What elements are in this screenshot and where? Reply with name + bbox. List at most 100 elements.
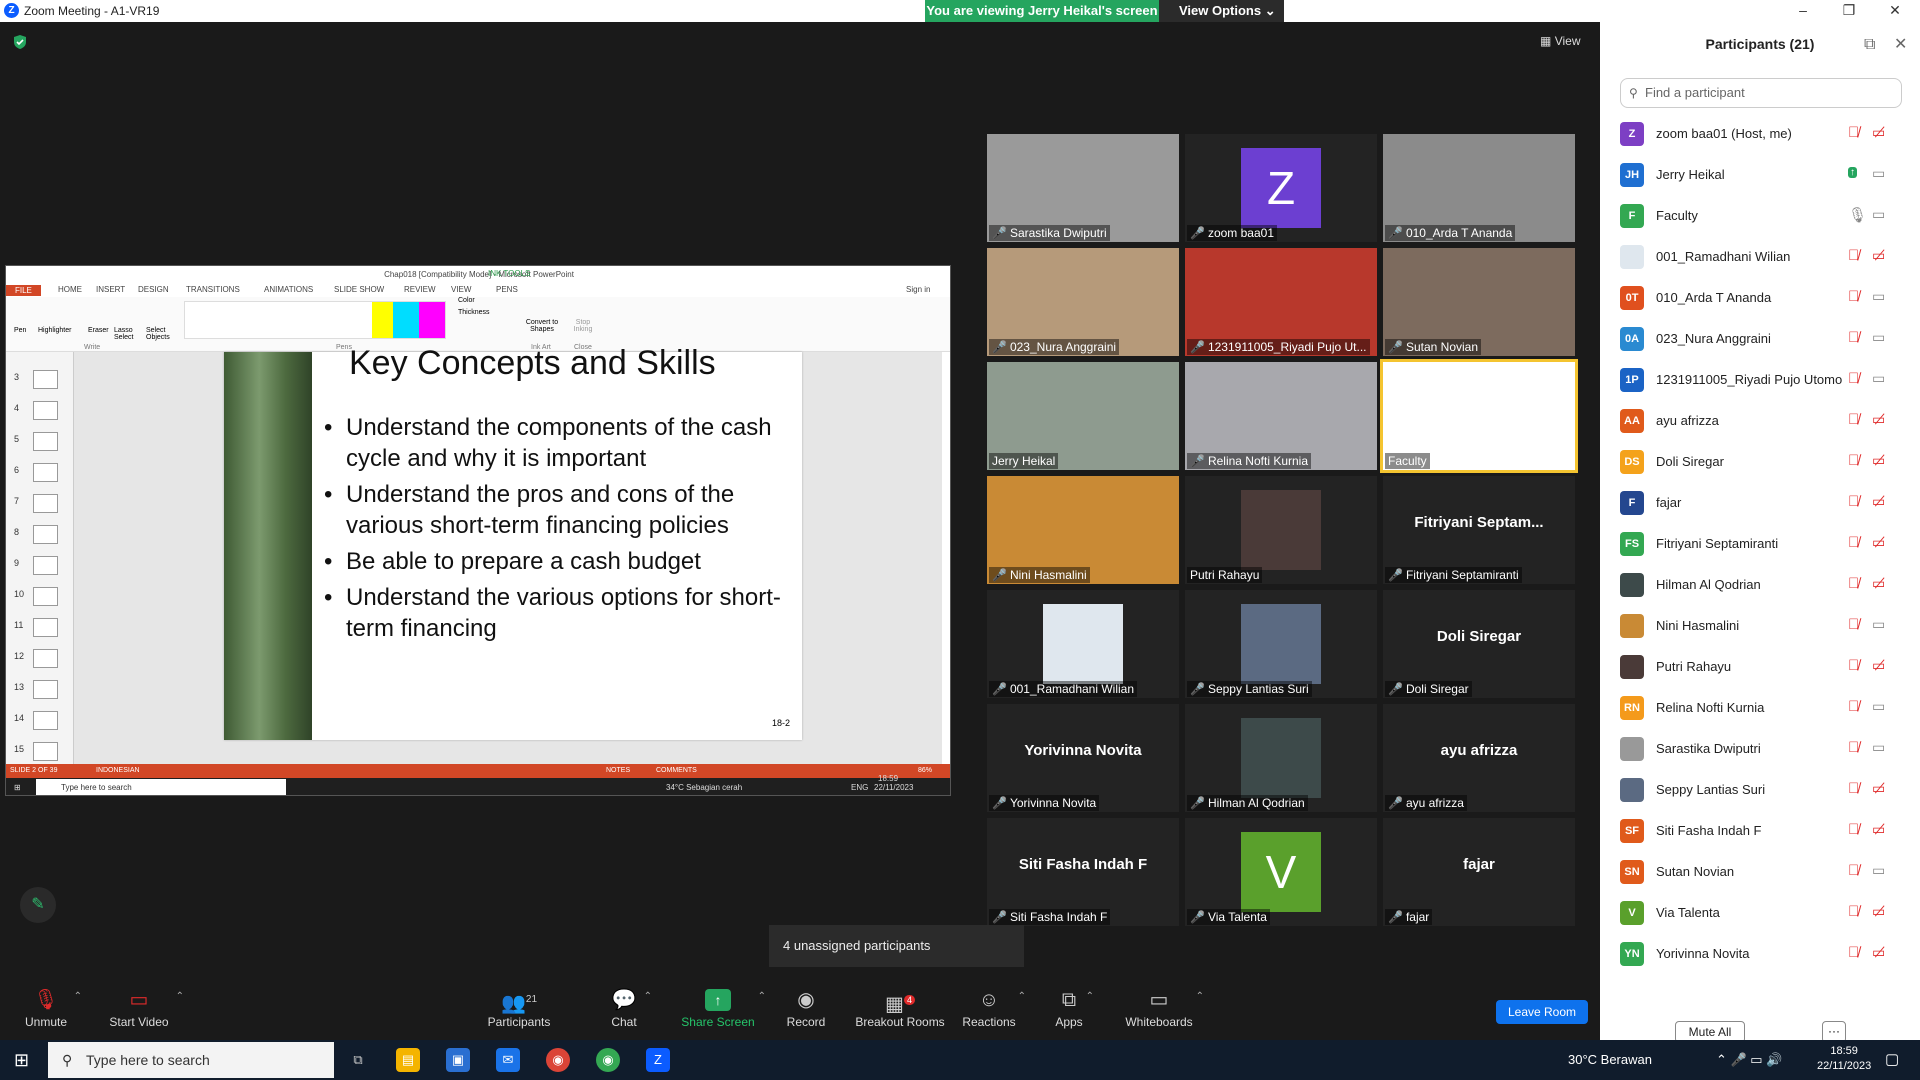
video-off-icon[interactable]: ▭̸ (1872, 534, 1885, 551)
taskbar-search[interactable]: ⚲ Type here to search (48, 1042, 334, 1078)
video-icon[interactable]: ▭ (1872, 165, 1885, 182)
participant-row[interactable]: AA ayu afrizza 🎙̸ ▭̸ (1620, 401, 1920, 441)
video-tile[interactable]: fajar 🎤 fajar (1383, 818, 1575, 926)
video-tile[interactable]: Yorivinna Novita 🎤 Yorivinna Novita (987, 704, 1179, 812)
apps-button[interactable]: ⧉ Apps ⌃ (1054, 985, 1094, 1040)
ppt-slide-thumbnail[interactable]: 5 (14, 432, 64, 454)
chrome-profile-icon[interactable]: ◉ (596, 1048, 620, 1072)
ppt-slide-thumbnail[interactable]: 3 (14, 370, 64, 392)
video-off-icon[interactable]: ▭̸ (1872, 247, 1885, 264)
ppt-sign-in[interactable]: Sign in (906, 285, 930, 294)
video-icon[interactable]: ▭ (1872, 288, 1885, 305)
video-off-icon[interactable]: ▭̸ (1872, 780, 1885, 797)
video-tile[interactable]: 🎤 001_Ramadhani Wilian (987, 590, 1179, 698)
windows-start-icon[interactable]: ⊞ (14, 1050, 29, 1071)
ppt-slide-thumbnail[interactable]: 11 (14, 618, 64, 640)
chevron-up-icon[interactable]: ⌃ (1018, 991, 1026, 1002)
participant-search-input[interactable]: ⚲ Find a participant (1620, 78, 1902, 108)
participant-row[interactable]: Putri Rahayu 🎙̸ ▭̸ (1620, 647, 1920, 687)
ppt-thickness-button[interactable]: Thickness (458, 309, 490, 316)
mic-muted-icon[interactable]: 🎙̸ (1848, 821, 1859, 838)
store-icon[interactable]: ▣ (446, 1048, 470, 1072)
video-icon[interactable]: ▭ (1872, 206, 1885, 223)
share-screen-button[interactable]: ↑ Share Screen ⌃ (680, 985, 766, 1040)
ppt-color-button[interactable]: Color (458, 297, 475, 304)
video-icon[interactable]: ▭ (1872, 698, 1885, 715)
mic-muted-icon[interactable]: 🎙̸ (1848, 411, 1859, 428)
mail-icon[interactable]: ✉ (496, 1048, 520, 1072)
video-icon[interactable]: ▭ (1872, 370, 1885, 387)
video-tile[interactable]: 🎤 1231911005_Riyadi Pujo Ut... (1185, 248, 1377, 356)
participant-row[interactable]: 001_Ramadhani Wilian 🎙̸ ▭̸ (1620, 237, 1920, 277)
ppt-slide-thumbnail[interactable]: 10 (14, 587, 64, 609)
chevron-up-icon[interactable]: ⌃ (176, 991, 184, 1002)
notification-icon[interactable]: ▢ (1885, 1050, 1899, 1068)
chevron-up-icon[interactable]: ⌃ (1196, 991, 1204, 1002)
mic-muted-icon[interactable]: 🎙̸ (1848, 903, 1859, 920)
ppt-select-objects-button[interactable]: Select Objects (146, 327, 176, 341)
participant-row[interactable]: Zzoom baa01 (Host, me) 🎙̸ ▭̸ (1620, 114, 1920, 154)
video-tile[interactable]: 🎤 Nini Hasmalini (987, 476, 1179, 584)
video-off-icon[interactable]: ▭̸ (1872, 657, 1885, 674)
ppt-tab-review[interactable]: REVIEW (404, 285, 436, 294)
reactions-button[interactable]: ☺ Reactions ⌃ (962, 985, 1026, 1040)
video-tile[interactable]: Z 🎤 zoom baa01 (1185, 134, 1377, 242)
chat-button[interactable]: 💬 Chat ⌃ (606, 985, 652, 1040)
mic-muted-icon[interactable]: 🎙̸ (1848, 862, 1859, 879)
chevron-up-icon[interactable]: ⌃ (758, 991, 766, 1002)
ppt-lasso-button[interactable]: Lasso Select (114, 327, 140, 341)
participant-row[interactable]: 0A 023_Nura Anggraini 🎙̸ ▭ (1620, 319, 1920, 359)
participant-row[interactable]: FS Fitriyani Septamiranti 🎙̸ ▭̸ (1620, 524, 1920, 564)
video-tile[interactable]: Doli Siregar 🎤 Doli Siregar (1383, 590, 1575, 698)
mic-muted-icon[interactable]: 🎙̸ (1848, 247, 1859, 264)
ppt-tab-file[interactable]: FILE (6, 285, 41, 296)
system-tray-icons[interactable]: ⌃ 🎤 ▭ 🔊 (1716, 1052, 1782, 1068)
zoom-taskbar-icon[interactable]: Z (646, 1048, 670, 1072)
unmute-button[interactable]: 🎙 Unmute ⌃ (20, 985, 82, 1040)
video-tile[interactable]: 🎤 Sarastika Dwiputri (987, 134, 1179, 242)
participants-button[interactable]: 👥21 Participants (484, 985, 554, 1040)
mic-muted-icon[interactable]: 🎙̸ (1848, 944, 1859, 961)
video-tile[interactable]: 🎤 023_Nura Anggraini (987, 248, 1179, 356)
ppt-stop-inking-button[interactable]: Stop Inking (570, 319, 596, 333)
view-button[interactable]: ▦ View (1540, 34, 1580, 48)
video-off-icon[interactable]: ▭̸ (1872, 452, 1885, 469)
mic-muted-icon[interactable]: 🎙̸ (1848, 780, 1859, 797)
participant-row[interactable]: Hilman Al Qodrian 🎙̸ ▭̸ (1620, 565, 1920, 605)
ppt-slide-thumbnail[interactable]: 14 (14, 711, 64, 733)
video-tile[interactable]: 🎤 Sutan Novian (1383, 248, 1575, 356)
participant-row[interactable]: RN Relina Nofti Kurnia 🎙̸ ▭ (1620, 688, 1920, 728)
video-off-icon[interactable]: ▭̸ (1872, 821, 1885, 838)
mic-muted-icon[interactable]: 🎙̸ (1848, 575, 1859, 592)
annotate-pencil-icon[interactable]: ✎ (20, 887, 56, 923)
mic-muted-icon[interactable]: 🎙̸ (1848, 370, 1859, 387)
screen-share-icon[interactable]: ↑ (1848, 167, 1857, 178)
participant-row[interactable]: Seppy Lantias Suri 🎙̸ ▭̸ (1620, 770, 1920, 810)
ppt-tab-transitions[interactable]: TRANSITIONS (186, 285, 240, 294)
ppt-slide-thumbnail[interactable]: 9 (14, 556, 64, 578)
ppt-comments-button[interactable]: COMMENTS (656, 764, 697, 778)
video-tile[interactable]: Faculty (1380, 359, 1578, 473)
video-icon[interactable]: ▭ (1872, 739, 1885, 756)
mic-muted-icon[interactable]: 🎙̸ (1848, 452, 1859, 469)
video-tile[interactable]: 🎤 Seppy Lantias Suri (1185, 590, 1377, 698)
participant-row[interactable]: Nini Hasmalini 🎙̸ ▭ (1620, 606, 1920, 646)
video-tile[interactable]: Putri Rahayu (1185, 476, 1377, 584)
task-view-icon[interactable]: ⧉ (346, 1048, 370, 1072)
video-icon[interactable]: ▭ (1872, 616, 1885, 633)
participant-row[interactable]: F Faculty 🎙 ▭ (1620, 196, 1920, 236)
file-explorer-icon[interactable]: ▤ (396, 1048, 420, 1072)
chevron-up-icon[interactable]: ⌃ (1086, 991, 1094, 1002)
shield-icon[interactable] (12, 34, 28, 50)
ppt-pen-button[interactable]: Pen (14, 327, 26, 334)
participant-row[interactable]: Sarastika Dwiputri 🎙̸ ▭ (1620, 729, 1920, 769)
video-tile[interactable]: 🎤 010_Arda T Ananda (1383, 134, 1575, 242)
ppt-pens-gallery[interactable] (184, 301, 446, 339)
video-tile[interactable]: 🎤 Hilman Al Qodrian (1185, 704, 1377, 812)
video-off-icon[interactable]: ▭̸ (1872, 493, 1885, 510)
maximize-button[interactable]: ❐ (1826, 0, 1872, 22)
ppt-slide-thumbnail[interactable]: 8 (14, 525, 64, 547)
video-tile[interactable]: 🎤 Relina Nofti Kurnia (1185, 362, 1377, 470)
whiteboards-button[interactable]: ▭ Whiteboards ⌃ (1124, 985, 1204, 1040)
participant-row[interactable]: 0T 010_Arda T Ananda 🎙̸ ▭ (1620, 278, 1920, 318)
